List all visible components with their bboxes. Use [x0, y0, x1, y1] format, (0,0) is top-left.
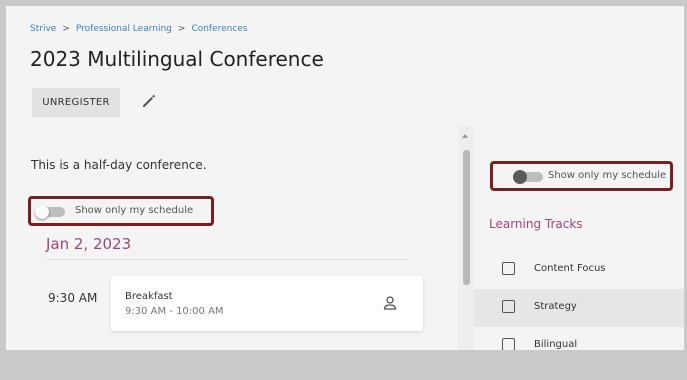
schedule-toggle-label: Show only my schedule	[75, 205, 194, 216]
session-title: Breakfast	[125, 291, 173, 302]
breadcrumb-item-conferences[interactable]: Conferences	[191, 24, 247, 34]
person-icon[interactable]	[382, 295, 398, 311]
app-window: Strive > Professional Learning > Conferences…	[6, 6, 684, 350]
date-divider	[46, 259, 408, 260]
session-card[interactable]: Breakfast 9:30 AM - 10:00 AM	[111, 276, 423, 331]
toggle-knob[interactable]	[35, 205, 49, 219]
session-time-range: 9:30 AM - 10:00 AM	[125, 306, 224, 317]
track-item-content-focus[interactable]: Content Focus	[474, 251, 684, 289]
scrollbar[interactable]	[458, 126, 474, 350]
track-item-bilingual[interactable]: Bilingual	[474, 327, 684, 350]
track-label: Bilingual	[534, 339, 578, 350]
breadcrumb-separator: >	[177, 24, 186, 34]
breadcrumb: Strive > Professional Learning > Conferences	[30, 24, 248, 34]
breadcrumb-item-strive[interactable]: Strive	[30, 24, 56, 34]
breadcrumb-separator: >	[62, 24, 70, 34]
schedule-toggle-label: Show only my schedule	[548, 170, 667, 181]
learning-tracks-title: Learning Tracks	[489, 217, 583, 231]
unregister-button[interactable]: UNREGISTER	[32, 88, 120, 117]
toggle-knob[interactable]	[513, 170, 527, 184]
breadcrumb-item-professional-learning[interactable]: Professional Learning	[76, 24, 172, 34]
page-header: Strive > Professional Learning > Conferences…	[6, 6, 684, 126]
scroll-up-arrow-icon[interactable]	[462, 134, 468, 138]
schedule-toggle-left[interactable]: Show only my schedule	[28, 196, 214, 226]
checkbox[interactable]	[502, 300, 515, 313]
page-title: 2023 Multilingual Conference	[30, 47, 324, 71]
agenda-date: Jan 2, 2023	[46, 235, 132, 253]
scrollbar-thumb[interactable]	[463, 150, 470, 285]
track-item-strategy[interactable]: Strategy	[474, 289, 684, 327]
track-label: Strategy	[534, 301, 577, 312]
filters-panel: Show only my schedule Learning Tracks Co…	[474, 142, 684, 350]
pencil-icon[interactable]	[140, 91, 158, 109]
conference-description: This is a half-day conference.	[31, 158, 207, 172]
track-label: Content Focus	[534, 263, 606, 274]
checkbox[interactable]	[502, 338, 515, 350]
session-time: 9:30 AM	[48, 291, 98, 305]
schedule-toggle-right[interactable]: Show only my schedule	[490, 161, 673, 191]
checkbox[interactable]	[502, 262, 515, 275]
agenda-panel: This is a half-day conference. Show only…	[6, 126, 458, 350]
